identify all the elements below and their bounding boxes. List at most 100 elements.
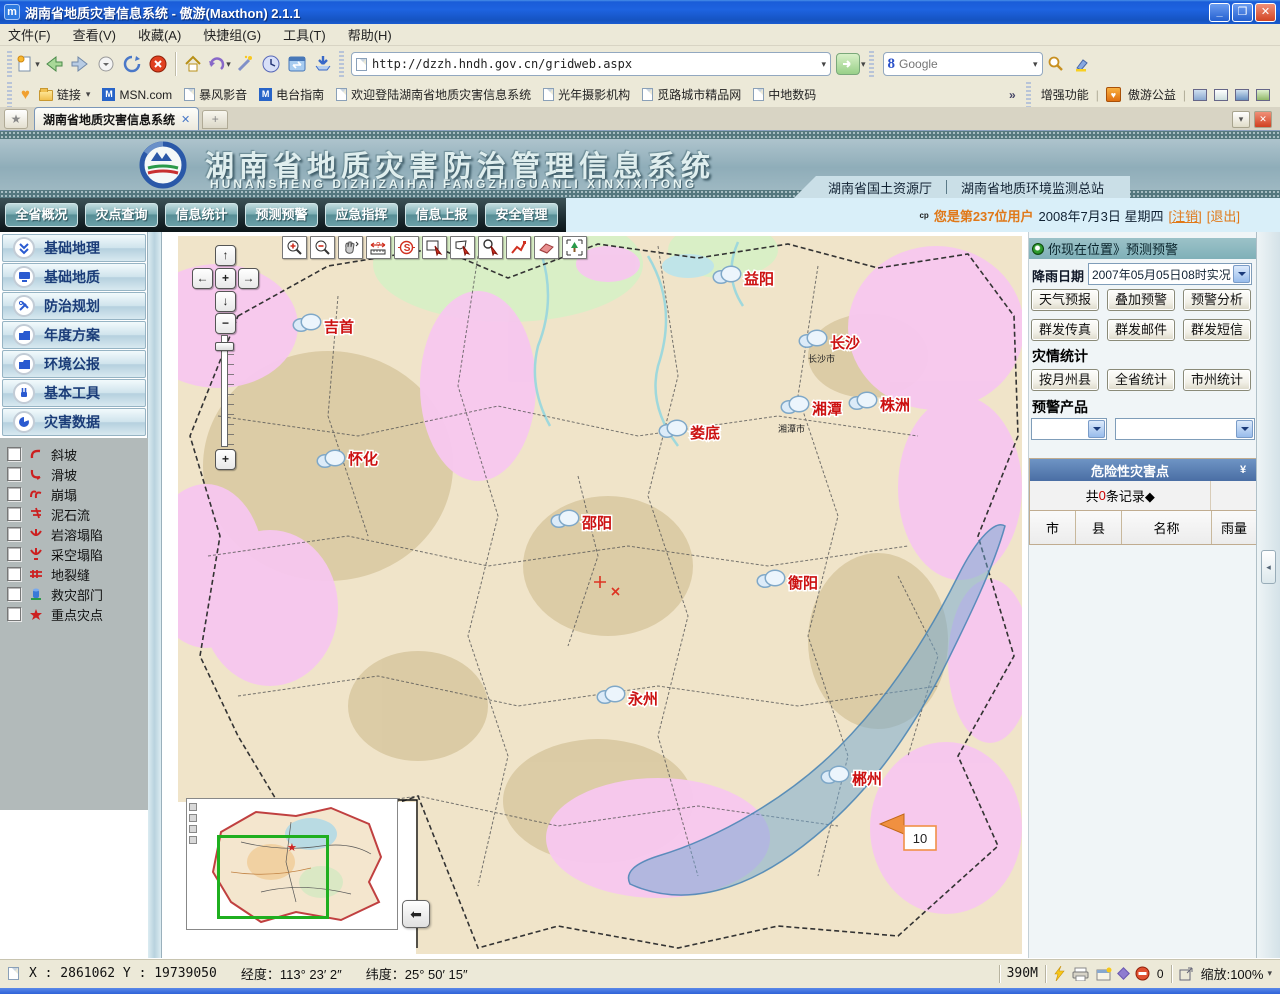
- map-measure-button[interactable]: ?: [366, 236, 391, 259]
- chevron-down-icon[interactable]: [1236, 420, 1253, 438]
- sidebar-item-base-geology[interactable]: 基础地质: [2, 263, 146, 291]
- weather-forecast-button[interactable]: 天气预报: [1031, 289, 1099, 311]
- link-msn[interactable]: MMSN.com: [99, 86, 175, 104]
- address-bar[interactable]: ▾: [351, 52, 831, 76]
- map-select-circle-button[interactable]: [478, 236, 503, 259]
- minimize-button[interactable]: _: [1209, 3, 1230, 22]
- org-link-geo-station[interactable]: 湖南省地质环境监测总站: [961, 178, 1104, 197]
- nav-info-report[interactable]: 信息上报: [405, 203, 478, 227]
- monthly-county-stats-button[interactable]: 按月州县: [1031, 369, 1099, 391]
- plugin-icon-1[interactable]: [1193, 89, 1207, 101]
- pan-right-button[interactable]: →: [238, 268, 259, 289]
- zoom-slider-handle[interactable]: [215, 342, 234, 351]
- tab-list-button[interactable]: ▾: [1232, 111, 1250, 128]
- overlay-warning-button[interactable]: 叠加预警: [1107, 289, 1175, 311]
- back-button[interactable]: [41, 51, 67, 77]
- search-input[interactable]: [899, 57, 1032, 71]
- group-sms-button[interactable]: 群发短信: [1183, 319, 1251, 341]
- stop-button[interactable]: [145, 51, 171, 77]
- links-folder[interactable]: 链接 ▾: [36, 84, 94, 105]
- province-stats-button[interactable]: 全省统计: [1107, 369, 1175, 391]
- sidebar-item-basic-tools[interactable]: 基本工具: [2, 379, 146, 407]
- new-page-button[interactable]: ▾: [15, 51, 41, 77]
- magic-fill-button[interactable]: [232, 51, 258, 77]
- exit-link[interactable]: [退出]: [1207, 206, 1240, 225]
- menu-view[interactable]: 查看(V): [73, 25, 116, 44]
- url-input[interactable]: [372, 57, 820, 71]
- sidebar-item-base-geography[interactable]: 基础地理: [2, 234, 146, 262]
- link-baofeng[interactable]: 暴风影音: [181, 84, 250, 105]
- favorites-heart-icon[interactable]: ♥: [21, 86, 30, 103]
- sidebar-item-env-bulletin[interactable]: 环境公报: [2, 350, 146, 378]
- org-link-land-dept[interactable]: 湖南省国土资源厅: [828, 178, 932, 197]
- plugin-icon-3[interactable]: [1235, 89, 1249, 101]
- go-button[interactable]: [836, 53, 860, 75]
- link-radio[interactable]: M电台指南: [256, 84, 327, 105]
- city-stats-button[interactable]: 市州统计: [1183, 369, 1251, 391]
- layer-mining-subsidence-checkbox[interactable]: [7, 547, 21, 561]
- tab-active[interactable]: 湖南省地质灾害信息系统 ✕: [34, 107, 199, 130]
- layer-collapse-checkbox[interactable]: [7, 487, 21, 501]
- layer-debris-flow-checkbox[interactable]: [7, 507, 21, 521]
- popup-blocker-icon[interactable]: [1135, 966, 1150, 981]
- layer-landslide-checkbox[interactable]: [7, 467, 21, 481]
- zoom-resize-icon[interactable]: [1179, 967, 1194, 981]
- product-item-select[interactable]: [1115, 418, 1255, 440]
- pan-up-button[interactable]: ↑: [215, 245, 236, 266]
- chevron-down-icon[interactable]: [1088, 420, 1105, 438]
- link-milu[interactable]: 觅路城市精品网: [639, 84, 744, 105]
- group-email-button[interactable]: 群发邮件: [1107, 319, 1175, 341]
- warning-analysis-button[interactable]: 预警分析: [1183, 289, 1251, 311]
- nav-province-overview[interactable]: 全省概况: [5, 203, 78, 227]
- zoom-plus-button[interactable]: +: [215, 449, 236, 470]
- collapse-chevron-icon[interactable]: ¥: [1230, 464, 1256, 476]
- home-button[interactable]: [180, 51, 206, 77]
- nav-forecast-warning[interactable]: 预测预警: [245, 203, 318, 227]
- zoom-slider-track[interactable]: [221, 335, 228, 447]
- url-dropdown-icon[interactable]: ▾: [821, 59, 826, 70]
- link-hunan-geo[interactable]: 欢迎登陆湖南省地质灾害信息系统: [333, 84, 534, 105]
- overview-mini-toolbar[interactable]: [189, 803, 197, 844]
- menu-groups[interactable]: 快捷组(G): [203, 25, 261, 44]
- pan-center-button[interactable]: +: [215, 268, 236, 289]
- sidebar-item-annual-scheme[interactable]: 年度方案: [2, 321, 146, 349]
- nav-disaster-query[interactable]: 灾点查询: [85, 203, 158, 227]
- overview-viewport-rect[interactable]: [217, 835, 329, 919]
- product-type-select[interactable]: [1031, 418, 1107, 440]
- map-select-rect-button[interactable]: [422, 236, 447, 259]
- pan-down-button[interactable]: ↓: [215, 291, 236, 312]
- link-photo[interactable]: 光年摄影机构: [540, 84, 633, 105]
- close-tab-button[interactable]: ✕: [1254, 111, 1272, 128]
- sidebar-splitter[interactable]: [148, 232, 162, 958]
- plugin-icon-2[interactable]: [1214, 89, 1228, 101]
- sidebar-item-disaster-data[interactable]: 灾害数据: [2, 408, 146, 436]
- sidebar-collapse-button[interactable]: ◂: [1261, 550, 1276, 584]
- go-dropdown-icon[interactable]: ▾: [861, 59, 866, 70]
- search-engine-dropdown-icon[interactable]: ▾: [1033, 59, 1038, 70]
- forward-button[interactable]: [67, 51, 93, 77]
- map-eraser-button[interactable]: [534, 236, 559, 259]
- map-pan-button[interactable]: [338, 236, 363, 259]
- nav-emergency-command[interactable]: 应急指挥: [325, 203, 398, 227]
- map-scale-button[interactable]: S: [394, 236, 419, 259]
- history-dropdown-button[interactable]: [93, 51, 119, 77]
- tab-manager-button[interactable]: [284, 51, 310, 77]
- danger-panel-header[interactable]: 危险性灾害点 ¥: [1030, 459, 1256, 481]
- printer-icon[interactable]: [1072, 967, 1089, 981]
- sidebar-item-prevention-plan[interactable]: 防治规划: [2, 292, 146, 320]
- new-window-icon[interactable]: [1096, 967, 1112, 981]
- undo-button[interactable]: ▾: [206, 51, 232, 77]
- restore-button[interactable]: ❐: [1232, 3, 1253, 22]
- layer-ground-fissure-checkbox[interactable]: [7, 567, 21, 581]
- map-zoom-out-button[interactable]: [310, 236, 335, 259]
- nav-security-mgmt[interactable]: 安全管理: [485, 203, 558, 227]
- menu-help[interactable]: 帮助(H): [348, 25, 392, 44]
- menu-file[interactable]: 文件(F): [8, 25, 51, 44]
- history-button[interactable]: [258, 51, 284, 77]
- layer-key-points-checkbox[interactable]: [7, 607, 21, 621]
- layer-karst-subsidence-checkbox[interactable]: [7, 527, 21, 541]
- menu-favorites[interactable]: 收藏(A): [138, 25, 181, 44]
- tab-close-icon[interactable]: ✕: [181, 113, 190, 126]
- charity-label[interactable]: 傲游公益: [1128, 86, 1176, 103]
- layer-slope-checkbox[interactable]: [7, 447, 21, 461]
